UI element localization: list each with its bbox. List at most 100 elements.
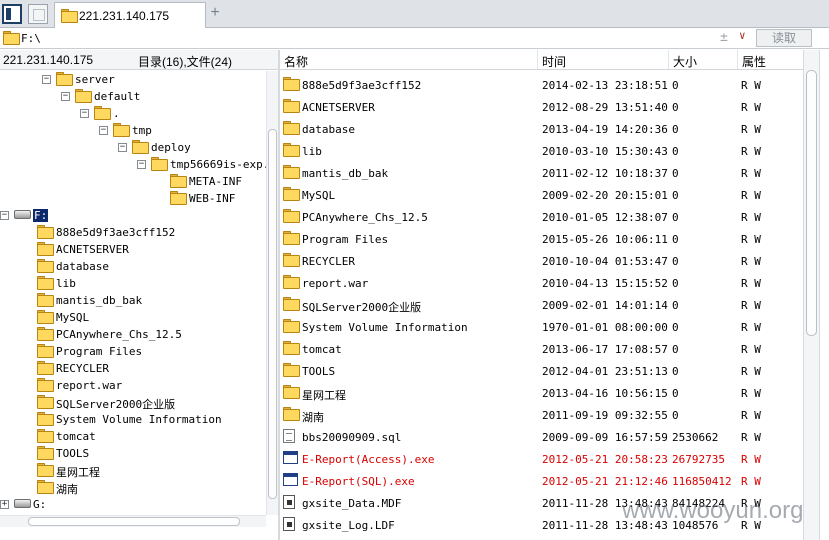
tree-node[interactable]: − F: [0,207,266,224]
file-row[interactable]: ACNETSERVER 2012-08-29 13:51:40 0 R W [280,95,803,117]
tree-node[interactable]: SQLServer2000企业版 [0,394,266,411]
tree-vertical-scrollbar[interactable] [266,71,278,515]
file-attributes: R W [741,453,761,466]
tree-node[interactable]: META-INF [0,173,266,190]
file-name: 888e5d9f3ae3cff152 [302,79,422,92]
tree-node-label: ACNETSERVER [56,243,129,256]
collapse-icon[interactable]: − [137,160,146,169]
tree-node[interactable]: tomcat [0,428,266,445]
folder-icon [37,361,54,375]
tree-node[interactable]: ACNETSERVER [0,241,266,258]
folder-icon [37,429,54,443]
tree-node[interactable]: + G: [0,496,266,513]
tree-node[interactable]: database [0,258,266,275]
column-time[interactable]: 时间 [538,50,669,69]
file-row[interactable]: SQLServer2000企业版 2009-02-01 14:01:14 0 R W [280,293,803,315]
tree-node[interactable]: −. [0,105,266,122]
file-time: 2012-05-21 21:12:46 [542,475,668,488]
folder-icon [37,446,54,460]
file-row[interactable]: Program Files 2015-05-26 10:06:11 0 R W [280,227,803,249]
file-time: 2010-01-05 12:38:07 [542,211,668,224]
document-icon [283,429,295,443]
scroll-thumb[interactable] [806,70,817,336]
tree-node[interactable]: Program Files [0,343,266,360]
file-row[interactable]: database 2013-04-19 14:20:36 0 R W [280,117,803,139]
tree-node-label: default [94,90,141,103]
panel-toggle-icon[interactable] [2,4,22,24]
tree-node[interactable]: − deploy [0,139,266,156]
file-attributes: R W [741,387,761,400]
tree-node[interactable]: − tmp [0,122,266,139]
file-row[interactable]: 星网工程 2013-04-16 10:56:15 0 R W [280,381,803,403]
file-row[interactable]: PCAnywhere_Chs_12.5 2010-01-05 12:38:07 0 R… [280,205,803,227]
column-size[interactable]: 大小 [669,50,738,69]
column-name[interactable]: 名称 [280,50,538,69]
file-row[interactable]: mantis_db_bak 2011-02-12 10:18:37 0 R W [280,161,803,183]
tree-node[interactable]: WEB-INF [0,190,266,207]
tree-header: 221.231.140.175 目录(16),文件(24) [0,50,278,70]
folder-icon [37,310,54,324]
file-row[interactable]: TOOLS 2012-04-01 23:51:13 0 R W [280,359,803,381]
tree-node[interactable]: 湖南 [0,479,266,496]
tab-label: 221.231.140.175 [79,9,170,23]
executable-icon [283,473,298,486]
tab-host[interactable]: 221.231.140.175 [54,2,206,28]
path-input[interactable] [20,29,754,47]
file-size: 0 [672,343,679,356]
file-row[interactable]: MySQL 2009-02-20 20:15:01 0 R W [280,183,803,205]
file-row[interactable]: tomcat 2013-06-17 17:08:57 0 R W [280,337,803,359]
file-size: 0 [672,167,679,180]
file-row[interactable]: System Volume Information 1970-01-01 08:0… [280,315,803,337]
tree-node[interactable]: − server [0,71,266,88]
tree-node[interactable]: mantis_db_bak [0,292,266,309]
scroll-thumb[interactable] [28,517,240,526]
file-attributes: R W [741,167,761,180]
folder-icon [283,297,300,311]
file-size: 0 [672,189,679,202]
tree-horizontal-scrollbar[interactable] [0,515,266,527]
read-button[interactable]: 读取 [756,29,812,47]
tree-node[interactable]: − default [0,88,266,105]
collapse-icon[interactable]: − [42,75,51,84]
chevron-down-icon[interactable]: ∨ [739,29,746,42]
path-plus-icon[interactable]: ± [720,30,728,45]
tree-node[interactable]: MySQL [0,309,266,326]
file-row[interactable]: E-Report(SQL).exe 2012-05-21 21:12:46 1168… [280,469,803,491]
column-attributes[interactable]: 属性 [738,50,803,69]
file-attributes: R W [741,189,761,202]
folder-icon [61,9,78,23]
tree-node[interactable]: report.war [0,377,266,394]
file-attributes: R W [741,145,761,158]
collapse-icon[interactable]: − [99,126,108,135]
file-row[interactable]: 湖南 2011-09-19 09:32:55 0 R W [280,403,803,425]
collapse-icon[interactable]: − [61,92,70,101]
collapse-icon[interactable]: − [118,143,127,152]
file-list-vertical-scrollbar[interactable] [803,50,819,540]
tree-node[interactable]: 星网工程 [0,462,266,479]
file-row[interactable]: E-Report(Access).exe 2012-05-21 20:58:23 2… [280,447,803,469]
folder-icon [37,463,54,477]
scroll-thumb[interactable] [268,129,277,499]
tree-node-label: tomcat [56,430,96,443]
add-tab-button[interactable]: + [207,4,223,22]
tree-node[interactable]: 888e5d9f3ae3cff152 [0,224,266,241]
collapse-icon[interactable]: − [0,211,9,220]
file-size: 0 [672,79,679,92]
tree-node[interactable]: lib [0,275,266,292]
tree-node[interactable]: TOOLS [0,445,266,462]
file-attributes: R W [741,123,761,136]
file-row[interactable]: report.war 2010-04-13 15:15:52 0 R W [280,271,803,293]
tree-node[interactable]: − tmp56669is-exp.w [0,156,266,173]
file-row[interactable]: RECYCLER 2010-10-04 01:53:47 0 R W [280,249,803,271]
tree-node[interactable]: System Volume Information [0,411,266,428]
folder-icon [283,319,300,333]
tree-node[interactable]: RECYCLER [0,360,266,377]
file-row[interactable]: 888e5d9f3ae3cff152 2014-02-13 23:18:51 0 R … [280,73,803,95]
file-row[interactable]: lib 2010-03-10 15:30:43 0 R W [280,139,803,161]
tree-node[interactable]: PCAnywhere_Chs_12.5 [0,326,266,343]
window-icon[interactable] [28,4,48,24]
expand-icon[interactable]: + [0,500,9,509]
collapse-icon[interactable]: − [80,109,89,118]
file-row[interactable]: bbs20090909.sql 2009-09-09 16:57:59 253066… [280,425,803,447]
folder-icon [37,344,54,358]
